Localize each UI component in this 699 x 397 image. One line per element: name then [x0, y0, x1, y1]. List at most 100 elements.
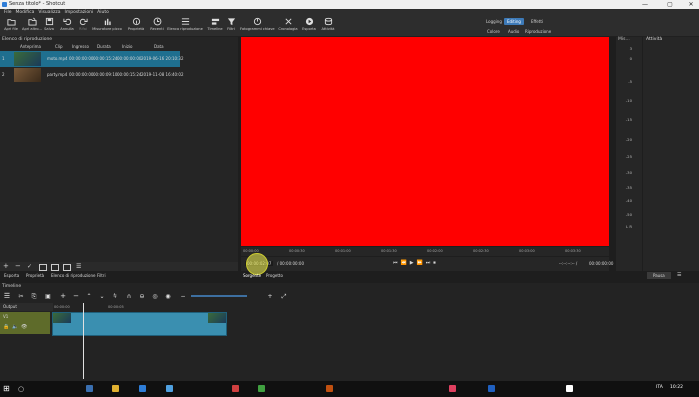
- v1-track-header[interactable]: V1 🔒 🔈 👁: [0, 312, 50, 334]
- lock-icon[interactable]: 🔒: [3, 324, 9, 330]
- taskbar-app-icon[interactable]: [449, 385, 456, 392]
- properties-button[interactable]: Proprietà: [126, 17, 146, 36]
- layout-playback[interactable]: Riproduzione: [522, 28, 554, 35]
- split-icon[interactable]: ⫩: [110, 292, 120, 301]
- layout-effects[interactable]: Effetti: [528, 18, 546, 25]
- layout-audio[interactable]: Audio: [505, 28, 522, 35]
- menu-aiuto[interactable]: Aiuto: [97, 10, 109, 15]
- filter-icon: [227, 18, 235, 26]
- menu-impostazioni[interactable]: Impostazioni: [65, 10, 94, 15]
- recent-button[interactable]: Recenti: [148, 17, 166, 36]
- playlist-menu-icon[interactable]: ☰: [76, 262, 81, 271]
- tab-playlist[interactable]: Elenco di riproduzione: [51, 272, 96, 280]
- peak-meter-button[interactable]: Misuratore picco: [92, 17, 122, 36]
- taskbar-app-icon[interactable]: [258, 385, 265, 392]
- menu-modifica[interactable]: Modifica: [16, 10, 35, 15]
- zoom-out-icon[interactable]: −: [178, 292, 188, 301]
- clock[interactable]: 10:22: [670, 385, 683, 390]
- taskbar-app-icon[interactable]: [166, 385, 173, 392]
- tab-export[interactable]: Esporta: [4, 272, 19, 280]
- taskbar-app-icon[interactable]: [86, 385, 93, 392]
- playlist-title: Elenco di riproduzione: [2, 37, 53, 42]
- col-duration[interactable]: Durata: [97, 44, 111, 50]
- menu-file[interactable]: File: [4, 10, 12, 15]
- save-button[interactable]: Salva: [42, 17, 56, 36]
- transport-controls[interactable]: ⏮⏪▶⏩⏭⏹: [393, 260, 439, 266]
- windows-start-icon[interactable]: ⊞: [3, 384, 10, 394]
- scrub-icon[interactable]: ⊖: [137, 292, 147, 301]
- minimize-button[interactable]: —: [637, 0, 653, 9]
- icons-view-button[interactable]: [63, 264, 71, 271]
- append-icon[interactable]: +: [58, 292, 68, 301]
- ripple-all-icon[interactable]: ◉: [163, 292, 173, 301]
- col-preview[interactable]: Anteprima: [20, 44, 41, 50]
- hide-icon[interactable]: 👁: [21, 324, 27, 330]
- filters-button[interactable]: Filtri: [224, 17, 238, 36]
- snap-icon[interactable]: ∩: [124, 292, 134, 301]
- jobs-button[interactable]: Attività: [319, 17, 337, 36]
- timeline-clip[interactable]: [52, 312, 227, 336]
- ripple-icon[interactable]: ◎: [150, 292, 160, 301]
- shotcut-taskbar-icon[interactable]: [488, 385, 495, 392]
- playlist-row[interactable]: 1 moto.mp4 00:00:00:00 00:00:15:24 00:00…: [0, 51, 183, 67]
- export-icon: [305, 17, 313, 26]
- maximize-button[interactable]: ▢: [662, 0, 678, 9]
- paste-icon[interactable]: ▣: [43, 292, 53, 301]
- remove-clip-button[interactable]: −: [15, 262, 21, 271]
- add-clip-button[interactable]: +: [3, 262, 9, 271]
- taskbar-app-icon[interactable]: [139, 385, 146, 392]
- redo-icon: [79, 18, 88, 26]
- peak-meter-icon: [104, 18, 111, 26]
- taskbar-app-icon[interactable]: [326, 385, 333, 392]
- mute-icon[interactable]: 🔈: [12, 324, 18, 330]
- explorer-icon[interactable]: [112, 385, 119, 392]
- tab-project[interactable]: Progetto: [266, 272, 283, 280]
- col-date[interactable]: Data: [154, 44, 164, 50]
- copy-icon[interactable]: ⎘: [29, 292, 39, 301]
- open-file-button[interactable]: Apri file: [2, 17, 20, 36]
- search-icon[interactable]: ○: [18, 384, 24, 394]
- layout-editing[interactable]: Editing: [504, 18, 524, 25]
- playhead[interactable]: [83, 303, 84, 379]
- keyframes-button[interactable]: Fotogrammi chiave: [240, 17, 275, 36]
- col-start[interactable]: Inizio: [122, 44, 132, 50]
- update-clip-button[interactable]: ✓: [27, 262, 32, 271]
- playlist-button[interactable]: Elenco riproduzione: [167, 17, 203, 36]
- jobs-menu-icon[interactable]: ☰: [677, 272, 681, 278]
- col-clip[interactable]: Clip: [55, 44, 63, 50]
- ripple-delete-icon[interactable]: −: [71, 292, 81, 301]
- language-indicator[interactable]: ITA: [656, 385, 663, 390]
- jobs-title: Attività: [646, 37, 663, 42]
- playlist-row[interactable]: 2 party.mp4 00:00:00:00 00:00:09:10 00:0…: [0, 67, 183, 83]
- export-button[interactable]: Esporta: [300, 17, 318, 36]
- open-other-button[interactable]: Apri altro...: [21, 17, 43, 36]
- redo-button[interactable]: Rifai: [76, 17, 90, 36]
- pause-jobs-button[interactable]: Pausa: [647, 272, 671, 279]
- tab-properties[interactable]: Proprietà: [26, 272, 44, 280]
- zoom-fit-icon[interactable]: ⤢: [279, 292, 289, 301]
- history-button[interactable]: Cronologia: [276, 17, 300, 36]
- taskbar-app-icon[interactable]: [232, 385, 239, 392]
- zoom-slider[interactable]: [191, 295, 247, 297]
- timeline-menu-icon[interactable]: ☰: [2, 292, 12, 301]
- detail-view-button[interactable]: [39, 264, 47, 271]
- close-button[interactable]: ✕: [683, 0, 699, 9]
- video-preview[interactable]: [241, 37, 609, 246]
- tab-filters[interactable]: Filtri: [97, 272, 106, 280]
- layout-logging[interactable]: Logging: [483, 18, 505, 25]
- zoom-in-icon[interactable]: +: [265, 292, 275, 301]
- undo-button[interactable]: Annulla: [60, 17, 74, 36]
- preview-time-ruler[interactable]: 00:00:00 00:00:30 00:01:00 00:01:30 00:0…: [241, 247, 609, 256]
- overwrite-icon[interactable]: ⌄: [97, 292, 107, 301]
- col-in[interactable]: Ingresso: [72, 44, 89, 50]
- timeline-ruler[interactable]: 00:00:00 00:00:05: [52, 303, 699, 311]
- tab-source[interactable]: Sorgente: [243, 272, 261, 280]
- layout-color[interactable]: Colore: [484, 28, 503, 35]
- tiles-view-button[interactable]: [51, 264, 59, 271]
- recent-icon: [153, 17, 161, 26]
- timeline-button[interactable]: Timeline: [206, 17, 224, 36]
- taskbar-app-icon[interactable]: [566, 385, 573, 392]
- menu-visualizza[interactable]: Visualizza: [38, 10, 60, 15]
- cut-icon[interactable]: ✂: [16, 292, 26, 301]
- lift-icon[interactable]: ⌃: [84, 292, 94, 301]
